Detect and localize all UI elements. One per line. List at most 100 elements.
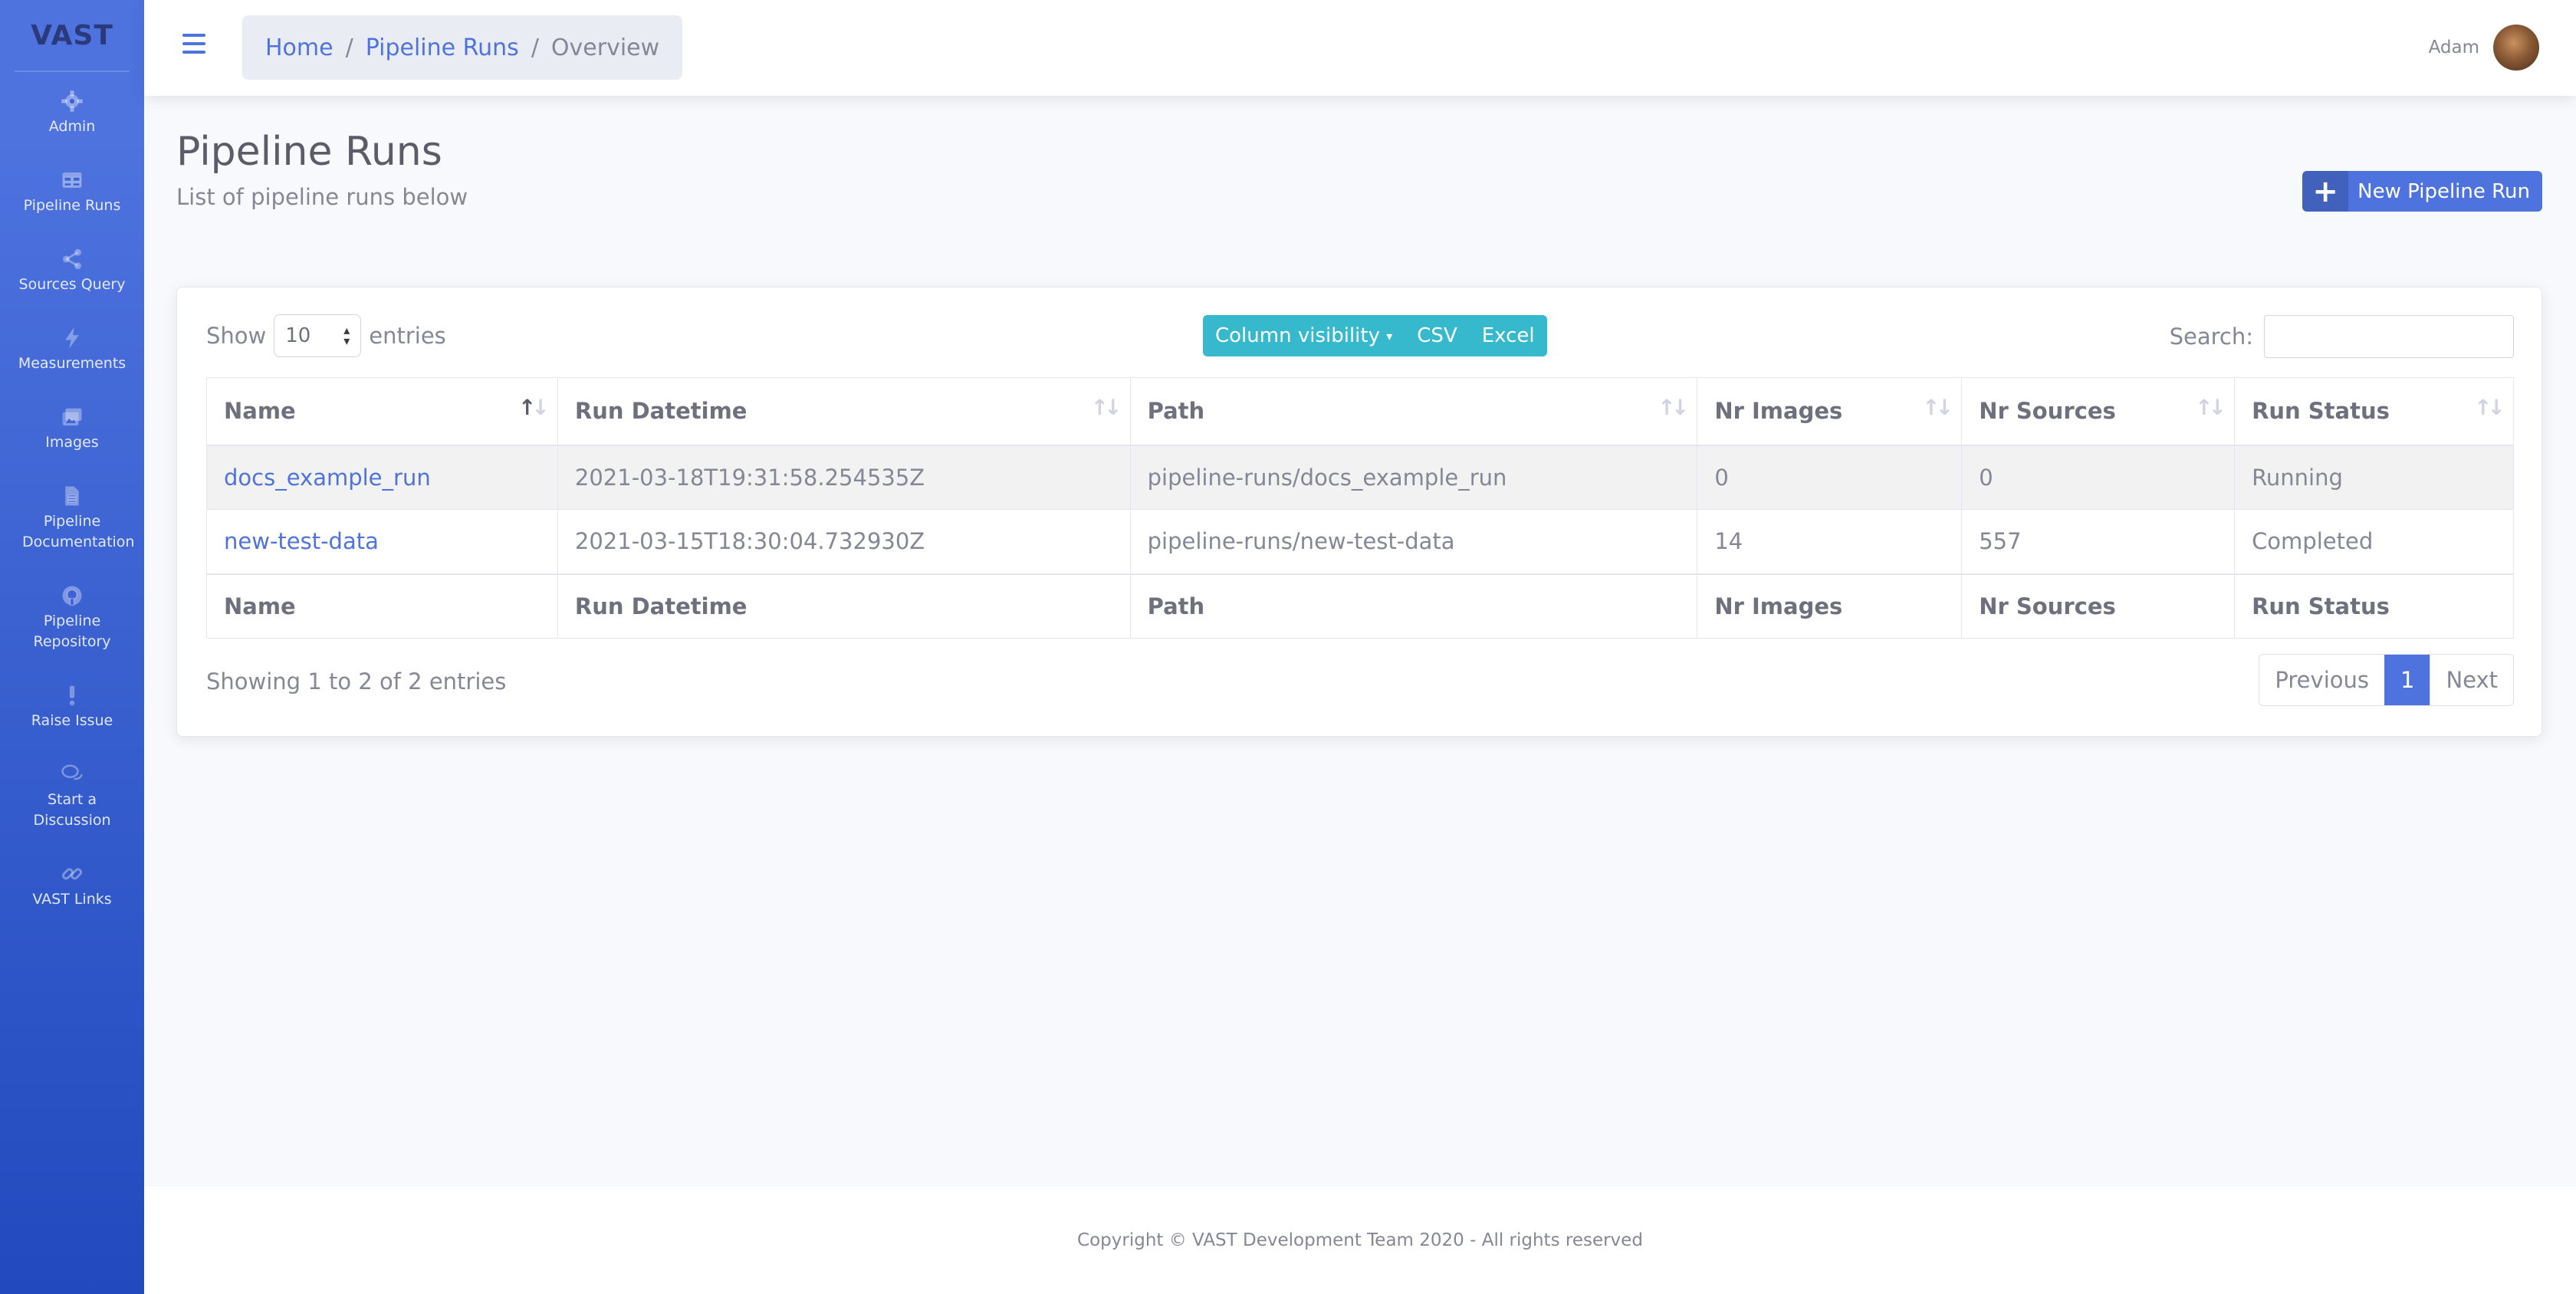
sidebar-item-pipeline-repository[interactable]: Pipeline Repository (0, 583, 144, 652)
sidebar-item-label: Pipeline Documentation (22, 513, 135, 550)
footer-header-run-datetime: Run Datetime (557, 573, 1131, 639)
footer: Copyright © VAST Development Team 2020 -… (144, 1187, 2576, 1294)
sort-icon: ↑↓ (2474, 395, 2505, 420)
cell-nr-sources: 557 (1961, 509, 2236, 574)
column-header-nr-images[interactable]: Nr Images ↑↓ (1697, 377, 1963, 446)
next-page-button[interactable]: Next (2430, 655, 2513, 705)
run-name-link[interactable]: new-test-data (224, 528, 379, 554)
sidebar-item-label: Pipeline Repository (33, 613, 111, 650)
sidebar-item-sources-query[interactable]: Sources Query (0, 247, 144, 295)
topbar: Home / Pipeline Runs / Overview Adam (144, 0, 2576, 96)
sidebar-item-images[interactable]: Images (0, 405, 144, 453)
export-button-group: Column visibility ▾ CSV Excel (1203, 315, 1547, 356)
page-title: Pipeline Runs (176, 129, 442, 175)
sort-ascending-icon: ↑↓ (518, 395, 550, 420)
cell-nr-images: 0 (1697, 445, 1963, 510)
breadcrumb-pipeline-runs[interactable]: Pipeline Runs (366, 34, 519, 61)
sidebar-item-label: Start a Discussion (33, 791, 111, 829)
column-visibility-button[interactable]: Column visibility ▾ (1203, 315, 1405, 356)
user-menu[interactable]: Adam (2429, 23, 2539, 72)
cell-name: docs_example_run (206, 445, 558, 510)
sort-icon: ↑↓ (1922, 395, 1953, 420)
sort-icon: ↑↓ (1658, 395, 1689, 420)
cell-run-status: Running (2234, 445, 2514, 510)
page-heading: Pipeline Runs List of pipeline runs belo… (176, 129, 468, 210)
entries-label: entries (369, 323, 446, 349)
breadcrumb-current: Overview (550, 34, 660, 61)
table-header-row: Name ↑↓ Run Datetime ↑↓ Path ↑↓ Nr Images ↑↓… (206, 377, 2514, 446)
select-arrows-icon: ▴ ▾ (343, 323, 350, 348)
cell-run-datetime: 2021-03-15T18:30:04.732930Z (557, 509, 1131, 574)
column-header-path[interactable]: Path ↑↓ (1129, 377, 1698, 446)
csv-button[interactable]: CSV (1405, 315, 1470, 356)
breadcrumb: Home / Pipeline Runs / Overview (242, 15, 683, 80)
sidebar-item-vast-links[interactable]: VAST Links (0, 862, 144, 910)
sidebar-item-pipeline-documentation[interactable]: Pipeline Documentation (0, 484, 144, 553)
avatar[interactable] (2493, 25, 2539, 71)
footer-header-run-status: Run Status (2234, 573, 2514, 639)
sidebar-divider (15, 71, 130, 72)
caret-down-icon: ▾ (1386, 328, 1393, 343)
breadcrumb-home[interactable]: Home (265, 34, 334, 61)
pagination: Previous 1 Next (2259, 654, 2514, 706)
sidebar-item-label: Sources Query (18, 276, 126, 293)
search-label: Search: (2169, 324, 2253, 350)
sidebar-item-pipeline-runs[interactable]: Pipeline Runs (0, 168, 144, 216)
table-info: Showing 1 to 2 of 2 entries (206, 668, 507, 695)
column-header-run-datetime[interactable]: Run Datetime ↑↓ (557, 377, 1131, 446)
table-row: new-test-data 2021-03-15T18:30:04.732930… (206, 509, 2514, 574)
github-icon (60, 583, 84, 608)
breadcrumb-separator: / (531, 34, 539, 61)
excel-button[interactable]: Excel (1469, 315, 1547, 356)
brand-logo[interactable]: VAST (0, 0, 144, 71)
sidebar-item-label: Raise Issue (31, 712, 113, 729)
column-header-run-status[interactable]: Run Status ↑↓ (2234, 377, 2514, 446)
link-icon (60, 862, 84, 886)
sidebar-item-label: Admin (48, 118, 96, 135)
pipeline-runs-card: Show 10 ▴ ▾ entries Column visibility ▾ C… (176, 287, 2542, 737)
table-icon (60, 168, 84, 192)
footer-header-name: Name (206, 573, 558, 639)
search-input[interactable] (2264, 315, 2514, 358)
page-1-button[interactable]: 1 (2384, 655, 2430, 705)
cell-nr-sources: 0 (1961, 445, 2236, 510)
cell-nr-images: 14 (1697, 509, 1963, 574)
cell-path: pipeline-runs/new-test-data (1129, 509, 1698, 574)
sidebar-item-raise-issue[interactable]: Raise Issue (0, 683, 144, 731)
comments-icon (60, 762, 84, 787)
page-length-value: 10 (285, 324, 311, 347)
footer-header-path: Path (1129, 573, 1698, 639)
page-length-select[interactable]: 10 ▴ ▾ (274, 314, 362, 357)
gear-icon (60, 89, 84, 113)
column-header-name[interactable]: Name ↑↓ (206, 377, 558, 446)
exclamation-icon (60, 683, 84, 708)
plus-icon: + (2302, 171, 2349, 212)
share-icon (60, 247, 84, 271)
table-footer-row: Name Run Datetime Path Nr Images Nr Sour… (206, 573, 2514, 639)
sidebar: VAST Admin Pipeline Runs Sources Query M… (0, 0, 144, 1294)
breadcrumb-separator: / (345, 34, 353, 61)
file-icon (60, 484, 84, 508)
table-row: docs_example_run 2021-03-18T19:31:58.254… (206, 445, 2514, 510)
cell-run-datetime: 2021-03-18T19:31:58.254535Z (557, 445, 1131, 510)
cell-path: pipeline-runs/docs_example_run (1129, 445, 1698, 510)
sidebar-item-label: VAST Links (32, 891, 112, 908)
sidebar-item-label: Pipeline Runs (23, 197, 121, 214)
copyright-text: Copyright © VAST Development Team 2020 -… (1077, 1230, 1643, 1250)
page-subtitle: List of pipeline runs below (176, 184, 468, 210)
sort-icon: ↑↓ (1090, 395, 1122, 420)
sidebar-item-start-discussion[interactable]: Start a Discussion (0, 762, 144, 831)
table-search: Search: (2170, 315, 2514, 358)
previous-page-button[interactable]: Previous (2259, 655, 2384, 705)
new-pipeline-run-button[interactable]: + New Pipeline Run (2302, 171, 2542, 212)
sidebar-item-admin[interactable]: Admin (0, 89, 144, 137)
menu-toggle-icon[interactable] (182, 34, 205, 54)
column-header-nr-sources[interactable]: Nr Sources ↑↓ (1961, 377, 2236, 446)
images-icon (60, 405, 84, 429)
user-name: Adam (2428, 38, 2479, 57)
cell-name: new-test-data (206, 509, 558, 574)
new-pipeline-run-label: New Pipeline Run (2358, 179, 2530, 203)
show-label: Show (206, 323, 267, 349)
sidebar-item-measurements[interactable]: Measurements (0, 326, 144, 374)
run-name-link[interactable]: docs_example_run (224, 465, 431, 491)
